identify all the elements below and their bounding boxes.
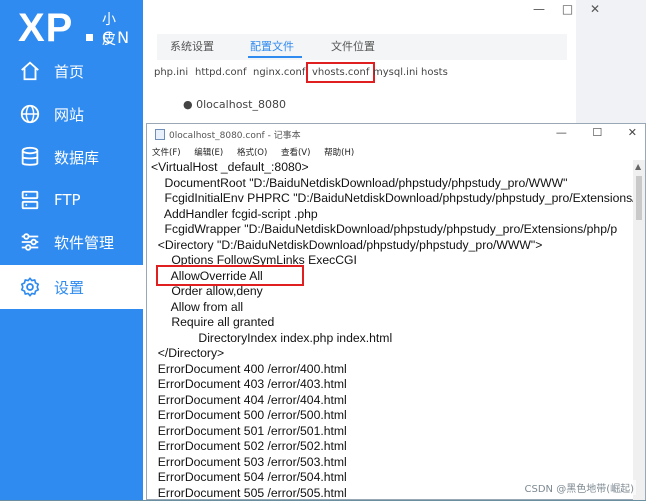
tab-file-location[interactable]: 文件位置 — [331, 38, 375, 54]
notepad-close-button[interactable]: ✕ — [628, 126, 637, 139]
code-line: </Directory> — [151, 346, 225, 360]
notepad-menubar: 文件(F) 编辑(E) 格式(O) 查看(V) 帮助(H) — [152, 146, 365, 158]
tab-system-settings[interactable]: 系统设置 — [170, 38, 214, 54]
conf-php-ini[interactable]: php.ini — [154, 67, 188, 78]
code-line: <Directory "D:/BaiduNetdiskDownload/phps… — [151, 237, 543, 252]
conf-file-list: php.ini httpd.conf nginx.conf vhosts.con… — [150, 60, 570, 86]
notepad-titlebar: 0localhost_8080.conf - 记事本 — ☐ ✕ — [147, 124, 645, 145]
logo-dot — [86, 34, 93, 41]
conf-vhosts[interactable]: vhosts.conf — [306, 62, 376, 83]
code-line: ErrorDocument 502 /error/502.html — [151, 439, 347, 453]
server-icon — [21, 190, 39, 210]
sidebar: XP 小皮 CN 首页 网站 数据库 FTP 软件管理 设置 — [0, 0, 143, 500]
gear-icon — [20, 277, 40, 297]
sidebar-item-settings[interactable]: 设置 — [0, 265, 143, 309]
code-line: ErrorDocument 403 /error/403.html — [151, 377, 347, 391]
home-icon — [21, 61, 39, 81]
minimize-button[interactable]: — — [533, 2, 545, 16]
logo-cn-text: CN — [102, 28, 134, 47]
notepad-minimize-button[interactable]: — — [556, 126, 567, 139]
sidebar-item-ftp[interactable]: FTP — [0, 180, 143, 220]
notepad-title: 0localhost_8080.conf - 记事本 — [169, 131, 301, 141]
sidebar-item-label: FTP — [54, 191, 81, 209]
menu-help[interactable]: 帮助(H) — [324, 148, 354, 158]
sidebar-item-software[interactable]: 软件管理 — [0, 222, 143, 262]
scroll-thumb[interactable] — [636, 176, 642, 220]
menu-edit[interactable]: 编辑(E) — [194, 148, 223, 158]
close-button[interactable]: ✕ — [590, 2, 600, 16]
globe-icon — [20, 104, 40, 124]
sidebar-item-database[interactable]: 数据库 — [0, 137, 143, 177]
notepad-maximize-button[interactable]: ☐ — [592, 126, 602, 139]
active-tab-indicator — [248, 56, 302, 58]
menu-view[interactable]: 查看(V) — [281, 148, 310, 158]
sidebar-item-website[interactable]: 网站 — [0, 94, 143, 134]
menu-format[interactable]: 格式(O) — [237, 148, 267, 158]
code-line: AddHandler fcgid-script .php — [151, 206, 318, 221]
sidebar-item-label: 设置 — [54, 278, 85, 297]
vertical-scrollbar[interactable]: ▲ — [633, 160, 645, 500]
code-line: Allow from all — [151, 299, 244, 314]
code-line: Order allow,deny — [151, 284, 263, 298]
conf-nginx[interactable]: nginx.conf — [253, 67, 305, 78]
settings-tabs: 系统设置 配置文件 文件位置 — [157, 34, 567, 60]
code-line: FcgidInitialEnv PHPRC "D:/BaiduNetdiskDo… — [151, 191, 633, 205]
conf-mysql[interactable]: mysql.ini — [373, 67, 418, 78]
tab-config-files[interactable]: 配置文件 — [250, 38, 294, 54]
conf-httpd[interactable]: httpd.conf — [195, 67, 247, 78]
database-icon — [21, 146, 39, 166]
code-line: <VirtualHost _default_:8080> — [151, 160, 309, 174]
conf-hosts[interactable]: hosts — [421, 67, 448, 78]
code-line: ErrorDocument 400 /error/400.html — [151, 361, 347, 376]
notepad-window: 0localhost_8080.conf - 记事本 — ☐ ✕ 文件(F) 编… — [146, 123, 646, 500]
code-line: ErrorDocument 500 /error/500.html — [151, 408, 347, 422]
sliders-icon — [21, 233, 39, 251]
sidebar-item-label: 软件管理 — [54, 233, 115, 252]
allowoverride-highlight — [156, 265, 304, 286]
app-window-controls: — □ ✕ — [520, 2, 600, 16]
sidebar-item-label: 数据库 — [54, 148, 100, 167]
logo-xp: XP — [18, 6, 74, 50]
code-line: ErrorDocument 501 /error/501.html — [151, 423, 347, 438]
code-line: ErrorDocument 404 /error/404.html — [151, 392, 347, 407]
notepad-window-controls: — ☐ ✕ — [534, 126, 637, 139]
watermark: CSDN @黑色地带(崛起) — [522, 480, 636, 495]
scroll-up-arrow-icon[interactable]: ▲ — [635, 162, 641, 171]
site-list-item[interactable]: ● 0localhost_8080 — [183, 98, 286, 111]
code-line: ErrorDocument 503 /error/503.html — [151, 454, 347, 469]
code-line: ErrorDocument 505 /error/505.html — [151, 485, 347, 500]
sidebar-item-label: 网站 — [54, 105, 85, 124]
notepad-text-area[interactable]: <VirtualHost _default_:8080> DocumentRoo… — [147, 160, 633, 501]
notepad-icon — [155, 129, 165, 140]
sidebar-item-label: 首页 — [54, 62, 85, 81]
menu-file[interactable]: 文件(F) — [152, 148, 181, 158]
code-line: DocumentRoot "D:/BaiduNetdiskDownload/ph… — [151, 175, 568, 190]
code-line: FcgidWrapper "D:/BaiduNetdiskDownload/ph… — [151, 222, 618, 236]
code-line: DirectoryIndex index.php index.html — [151, 330, 393, 345]
code-line: ErrorDocument 504 /error/504.html — [151, 470, 347, 484]
sidebar-item-home[interactable]: 首页 — [0, 51, 143, 91]
code-line: Require all granted — [151, 315, 275, 329]
maximize-button[interactable]: □ — [562, 2, 573, 16]
